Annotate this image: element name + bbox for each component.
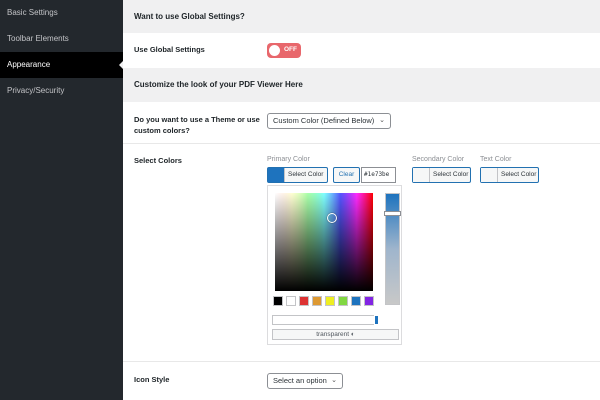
palette-swatch[interactable] — [338, 296, 348, 306]
sidebar-item-basic-settings[interactable]: Basic Settings — [0, 0, 123, 26]
primary-color-swatch — [268, 168, 285, 182]
secondary-color-swatch — [413, 168, 430, 182]
sidebar-item-appearance[interactable]: Appearance — [0, 52, 123, 78]
hex-color-input[interactable]: #1e73be — [361, 167, 396, 183]
chevron-down-icon: ⌄ — [331, 377, 337, 384]
transparent-button[interactable]: transparent ◐ — [272, 329, 399, 340]
primary-select-color-text: Select Color — [288, 171, 324, 178]
divider — [123, 143, 600, 144]
global-settings-heading: Want to use Global Settings? — [123, 0, 600, 33]
secondary-color-label: Secondary Color — [412, 156, 465, 163]
global-settings-toggle[interactable]: OFF — [267, 43, 301, 58]
text-color-label: Text Color — [480, 156, 512, 163]
primary-select-color-button[interactable]: Select Color — [267, 167, 328, 183]
sidebar-item-toolbar-elements[interactable]: Toolbar Elements — [0, 26, 123, 52]
use-global-settings-label: Use Global Settings — [134, 45, 205, 54]
secondary-select-color-button[interactable]: Select Color — [412, 167, 471, 183]
color-strip-handle[interactable] — [384, 211, 401, 216]
theme-select-value: Custom Color (Defined Below) — [273, 116, 375, 125]
text-color-swatch — [481, 168, 498, 182]
palette-swatch[interactable] — [286, 296, 296, 306]
opacity-slider[interactable] — [272, 315, 379, 325]
toggle-state-text: OFF — [284, 46, 297, 53]
secondary-select-color-text: Select Color — [433, 171, 469, 178]
palette-swatch[interactable] — [299, 296, 309, 306]
color-strip-slider[interactable] — [384, 193, 401, 305]
icon-style-select-value: Select an option — [273, 376, 327, 385]
clear-button[interactable]: Clear — [333, 167, 360, 183]
settings-panel: Want to use Global Settings? Use Global … — [123, 0, 600, 400]
theme-question-label: Do you want to use a Theme or use custom… — [134, 115, 260, 135]
toggle-knob — [269, 45, 280, 56]
admin-sidebar: Basic Settings Toolbar Elements Appearan… — [0, 0, 123, 400]
sidebar-item-privacy-security[interactable]: Privacy/Security — [0, 78, 123, 104]
divider — [123, 361, 600, 362]
palette-swatch[interactable] — [312, 296, 322, 306]
icon-style-label: Icon Style — [134, 375, 170, 384]
theme-select[interactable]: Custom Color (Defined Below) ⌄ — [267, 113, 391, 129]
icon-style-select[interactable]: Select an option ⌄ — [267, 373, 343, 389]
text-select-color-text: Select Color — [501, 171, 537, 178]
color-picker-popup: transparent ◐ — [267, 185, 402, 345]
palette-swatch[interactable] — [351, 296, 361, 306]
palette-swatch[interactable] — [273, 296, 283, 306]
chevron-down-icon: ⌄ — [379, 117, 385, 124]
opacity-handle[interactable] — [374, 315, 379, 325]
palette-swatch[interactable] — [364, 296, 374, 306]
primary-color-label: Primary Color — [267, 156, 310, 163]
select-colors-label: Select Colors — [134, 156, 182, 165]
palette-swatch[interactable] — [325, 296, 335, 306]
text-select-color-button[interactable]: Select Color — [480, 167, 539, 183]
color-square-handle[interactable] — [327, 213, 337, 223]
color-saturation-square[interactable] — [275, 193, 373, 291]
customize-heading: Customize the look of your PDF Viewer He… — [123, 68, 600, 102]
